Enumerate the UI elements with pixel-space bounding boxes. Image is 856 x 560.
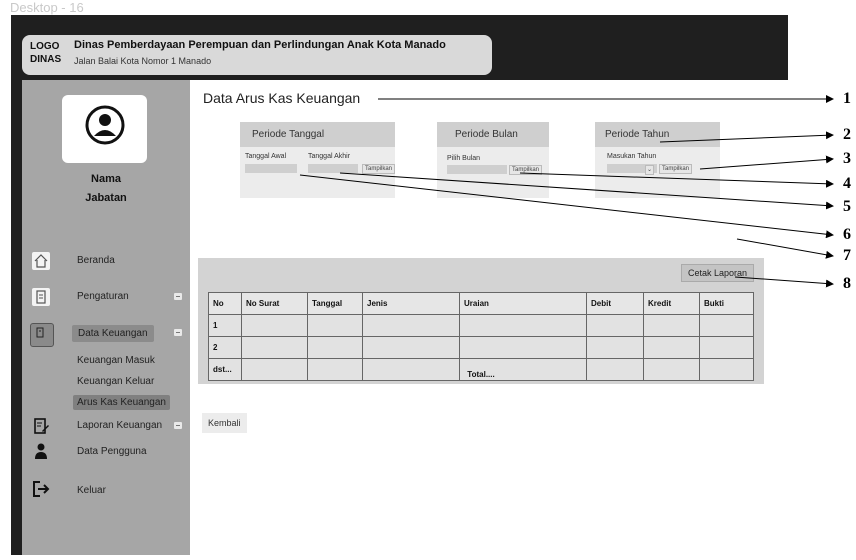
clipboard-icon[interactable] bbox=[30, 323, 54, 347]
logout-icon[interactable] bbox=[32, 480, 50, 498]
edit-document-icon[interactable] bbox=[32, 417, 50, 435]
callout-1: 1 bbox=[843, 90, 851, 107]
user-role: Jabatan bbox=[85, 192, 127, 204]
column-header: No Surat bbox=[241, 292, 308, 315]
periode-tanggal-panel: Periode Tanggal Tanggal Awal Tanggal Akh… bbox=[240, 122, 396, 198]
tanggal-awal-label: Tanggal Awal bbox=[245, 153, 287, 160]
pilih-bulan-select[interactable] bbox=[447, 165, 507, 174]
nav-data-keuangan[interactable]: Data Keuangan bbox=[72, 325, 154, 342]
tampilkan-bulan-button[interactable]: Tampilkan bbox=[509, 165, 543, 175]
app-header: LOGO DINAS Dinas Pemberdayaan Perempuan … bbox=[22, 35, 492, 75]
data-table: No No Surat Tanggal Jenis Uraian Debit K… bbox=[208, 292, 754, 381]
column-header: Debit bbox=[586, 292, 644, 315]
page-title: Data Arus Kas Keuangan bbox=[203, 90, 361, 106]
callout-7: 7 bbox=[843, 247, 851, 264]
nav-data-pengguna[interactable]: Data Pengguna bbox=[77, 446, 147, 457]
submenu-arus-kas-keuangan[interactable]: Arus Kas Keuangan bbox=[73, 395, 170, 410]
main-content: Data Arus Kas Keuangan Periode Tanggal T… bbox=[190, 80, 788, 555]
tanggal-akhir-label: Tanggal Akhir bbox=[308, 153, 351, 160]
column-header: Jenis bbox=[362, 292, 460, 315]
column-header: Kredit bbox=[643, 292, 700, 315]
pilih-bulan-label: Pilih Bulan bbox=[447, 155, 481, 162]
total-label: Total.... bbox=[467, 370, 495, 379]
callout-2: 2 bbox=[843, 126, 851, 143]
document-icon[interactable] bbox=[32, 288, 50, 306]
column-header: No bbox=[208, 292, 242, 315]
user-name: Nama bbox=[91, 173, 121, 185]
nav-laporan-keuangan[interactable]: Laporan Keuangan bbox=[77, 420, 162, 431]
chevron-down-icon[interactable]: ⌄ bbox=[645, 165, 655, 175]
masukan-tahun-label: Masukan Tahun bbox=[607, 153, 657, 160]
row-number: 1 bbox=[208, 314, 242, 337]
sidebar: Nama Jabatan Beranda Pengaturan Data Keu… bbox=[22, 80, 190, 555]
periode-bulan-panel: Periode Bulan Pilih Bulan Tampilkan bbox=[437, 122, 549, 198]
chevron-down-icon[interactable] bbox=[174, 422, 182, 429]
nav-pengaturan[interactable]: Pengaturan bbox=[77, 291, 129, 302]
frame-label: Desktop - 16 bbox=[10, 0, 84, 15]
tampilkan-tanggal-button[interactable]: Tampilkan bbox=[362, 164, 396, 174]
periode-tahun-title: Periode Tahun bbox=[595, 122, 720, 147]
tanggal-awal-input[interactable] bbox=[245, 164, 297, 173]
callout-4: 4 bbox=[843, 175, 851, 192]
column-header: Tanggal bbox=[307, 292, 363, 315]
tampilkan-tahun-button[interactable]: Tampilkan bbox=[659, 164, 693, 174]
column-header: Bukti bbox=[699, 292, 754, 315]
logo: LOGO DINAS bbox=[30, 41, 62, 65]
nav-keluar[interactable]: Keluar bbox=[77, 485, 106, 496]
periode-bulan-title: Periode Bulan bbox=[437, 122, 549, 147]
callout-3: 3 bbox=[843, 150, 851, 167]
nav-beranda[interactable]: Beranda bbox=[77, 255, 115, 266]
callout-8: 8 bbox=[843, 275, 851, 292]
submenu-keuangan-masuk[interactable]: Keuangan Masuk bbox=[77, 355, 155, 366]
chevron-down-icon[interactable] bbox=[174, 293, 182, 300]
user-avatar-icon bbox=[85, 105, 125, 145]
home-icon[interactable] bbox=[32, 252, 50, 270]
tanggal-akhir-input[interactable] bbox=[308, 164, 358, 173]
row-number: 2 bbox=[208, 336, 242, 359]
table-row: 1 bbox=[208, 314, 754, 337]
avatar bbox=[62, 95, 147, 163]
cetak-laporan-button[interactable]: Cetak Laporan bbox=[680, 264, 754, 282]
callout-6: 6 bbox=[843, 226, 851, 243]
organization-name: Dinas Pemberdayaan Perempuan dan Perlind… bbox=[74, 39, 446, 51]
periode-tahun-panel: Periode Tahun Masukan Tahun ⌄ Tampilkan bbox=[595, 122, 720, 198]
callout-5: 5 bbox=[843, 198, 851, 215]
table-section: Cetak Laporan No No Surat Tanggal Jenis … bbox=[198, 258, 764, 384]
table-row: 2 bbox=[208, 336, 754, 359]
chevron-down-icon[interactable] bbox=[174, 329, 182, 336]
user-icon[interactable] bbox=[32, 442, 50, 460]
column-header: Uraian bbox=[459, 292, 587, 315]
submenu-keuangan-keluar[interactable]: Keuangan Keluar bbox=[77, 376, 154, 387]
kembali-button[interactable]: Kembali bbox=[202, 413, 247, 433]
organization-address: Jalan Balai Kota Nomor 1 Manado bbox=[74, 56, 212, 66]
periode-tanggal-title: Periode Tanggal bbox=[240, 122, 395, 147]
